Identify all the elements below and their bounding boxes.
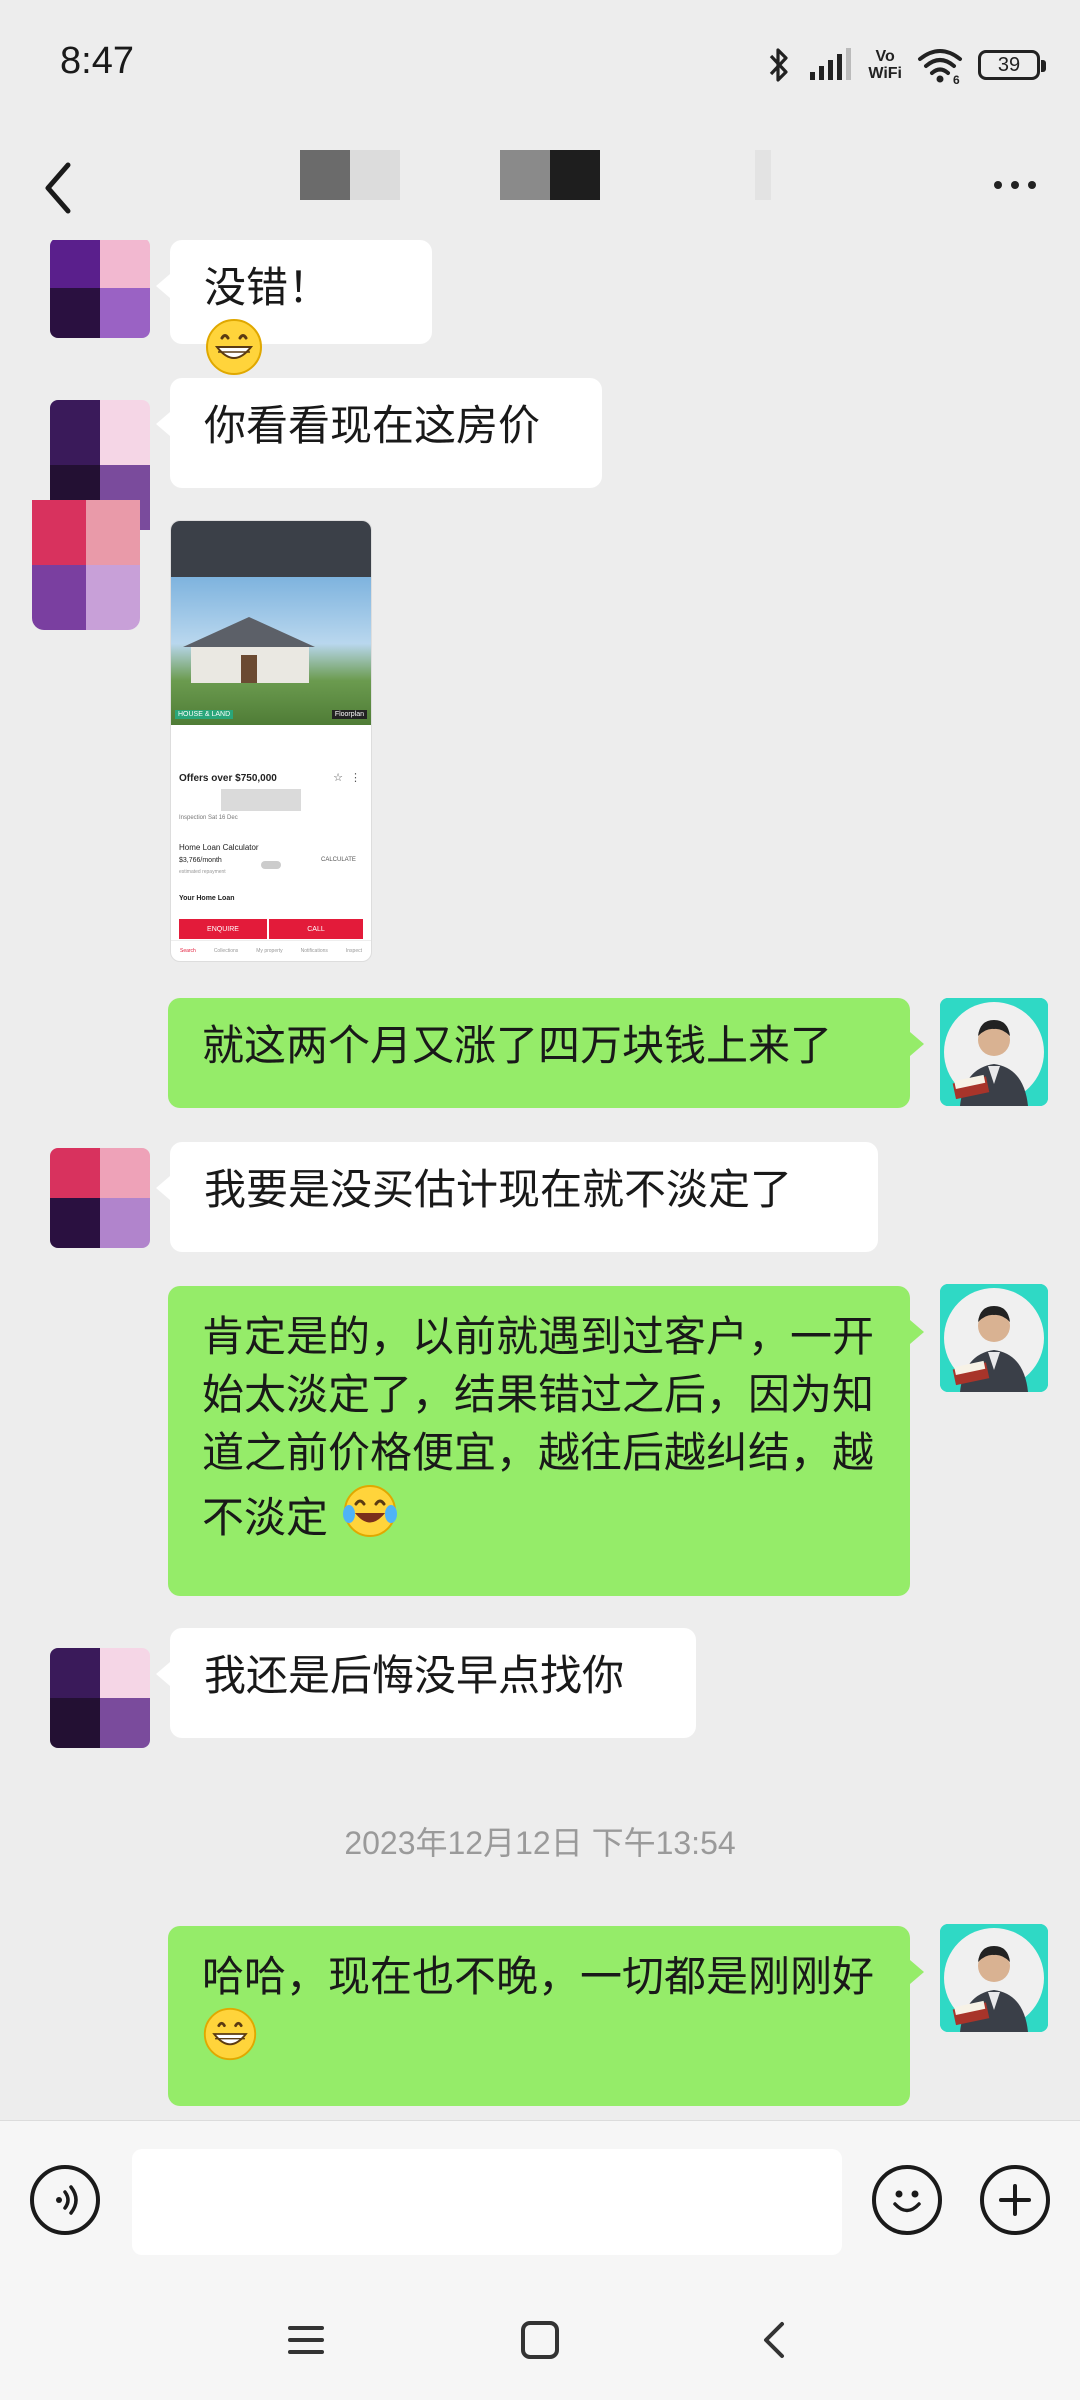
signal-icon [810,48,852,80]
chat-title-obscured [300,150,400,200]
contact-avatar[interactable] [50,1648,150,1748]
self-avatar[interactable] [940,1924,1048,2032]
status-bar: 8:47 Vo WiFi 6 39 [0,0,1080,130]
listing-offer-text: Offers over $750,000 [179,773,277,784]
plus-button[interactable] [980,2165,1050,2235]
voice-button[interactable] [30,2165,100,2235]
message-text: 哈哈，现在也不晚，一切都是刚刚好 [202,1952,875,2001]
home-icon[interactable] [518,2318,562,2362]
listing-tag: HOUSE & LAND [175,710,234,719]
emoji-icon [893,2190,921,2213]
message-bubble-sent[interactable]: 哈哈，现在也不晚，一切都是刚刚好 [168,1926,924,2106]
tears-of-joy-icon [343,1485,398,1537]
listing-tab: Search [179,948,196,954]
bluetooth-icon [770,48,788,82]
system-navigation-bar [0,2280,1080,2400]
chat-message-list[interactable]: 没错！ 你看看现在这房价 HOUSE & LAND Floorplan Offe… [0,240,1080,2120]
message-bubble-received[interactable]: 没错！ [156,240,432,375]
back-button[interactable] [30,145,90,225]
agent-photo [940,1284,1048,1392]
favorite-icon: ☆ [333,771,343,784]
enquire-button: ENQUIRE [179,919,267,939]
message-bubble-sent[interactable]: 肯定是的，以前就遇到过客户，一开始太淡定了，结果错过之后，因为知道之前价格便宜，… [168,1286,924,1596]
calc-note: estimated repayment [179,869,226,875]
image-message[interactable]: HOUSE & LAND Floorplan Offers over $750,… [170,520,372,962]
more-button[interactable] [980,160,1050,210]
message-text: 我要是没买估计现在就不淡定了 [204,1165,793,1214]
message-text: 你看看现在这房价 [204,401,541,450]
listing-tab: Notifications [300,948,328,954]
listing-tab-bar: Search Collections My property Notificat… [171,940,371,961]
message-input-bar [0,2120,1080,2281]
message-bubble-received[interactable]: 你看看现在这房价 [156,378,602,488]
floorplan-label: Floorplan [331,710,367,719]
status-icons: Vo WiFi 6 39 [764,40,1046,90]
message-bubble-received[interactable]: 我要是没买估计现在就不淡定了 [156,1142,878,1252]
agent-photo [940,1924,1048,2032]
listing-tab: My property [256,948,283,954]
calc-amount: $3,766/month [179,857,222,864]
listing-obscured [221,789,301,811]
contact-avatar[interactable] [50,240,150,338]
plus-icon [999,2184,1031,2216]
battery-icon: 39 [978,50,1046,80]
chat-header [0,130,1080,240]
wifi-icon: 6 [918,49,962,85]
back-arrow-icon [45,162,71,214]
self-avatar[interactable] [940,1284,1048,1392]
calc-title: Home Loan Calculator [179,843,259,852]
chat-title-obscured-2 [500,150,600,200]
wifi-sub-label: 6 [953,73,960,85]
listing-tab: Inspect [345,948,362,954]
self-avatar[interactable] [940,998,1048,1106]
contact-avatar[interactable] [50,1148,150,1248]
message-text: 我还是后悔没早点找你 [204,1651,625,1700]
more-icon [994,181,1002,189]
contact-avatar-obscured [32,500,140,630]
listing-more-icon: ⋮ [350,771,361,784]
message-text: 肯定是的，以前就遇到过客户，一开始太淡定了，结果错过之后，因为知道之前价格便宜，… [202,1312,875,1542]
message-timestamp: 2023年12月12日 下午13:54 [344,1825,736,1861]
listing-inspection-text: Inspection Sat 16 Dec [179,815,238,821]
menu-icon[interactable] [284,2318,328,2362]
message-text: 就这两个月又涨了四万块钱上来了 [202,1021,833,1070]
battery-level: 39 [997,53,1021,76]
chat-title-obscured-3 [755,150,771,200]
call-button: CALL [269,919,363,939]
loan-title: Your Home Loan [179,895,235,902]
listing-tab: Collections [213,948,239,954]
message-input[interactable] [132,2149,842,2255]
grinning-face-icon [206,319,262,375]
calc-button: CALCULATE [321,857,356,863]
calc-toggle [261,861,281,869]
house-photo: HOUSE & LAND Floorplan [171,577,371,725]
voice-icon [56,2185,78,2215]
back-icon[interactable] [752,2318,796,2362]
emoji-button[interactable] [872,2165,942,2235]
vowifi-label: Vo WiFi [868,48,902,82]
status-time: 8:47 [60,40,134,82]
message-bubble-received[interactable]: 我还是后悔没早点找你 [156,1628,696,1738]
agent-photo [940,998,1048,1106]
message-text: 没错！ [204,263,331,312]
grinning-face-icon [203,2007,257,2061]
listing-topbar [171,521,371,577]
message-bubble-sent[interactable]: 就这两个月又涨了四万块钱上来了 [168,998,924,1108]
